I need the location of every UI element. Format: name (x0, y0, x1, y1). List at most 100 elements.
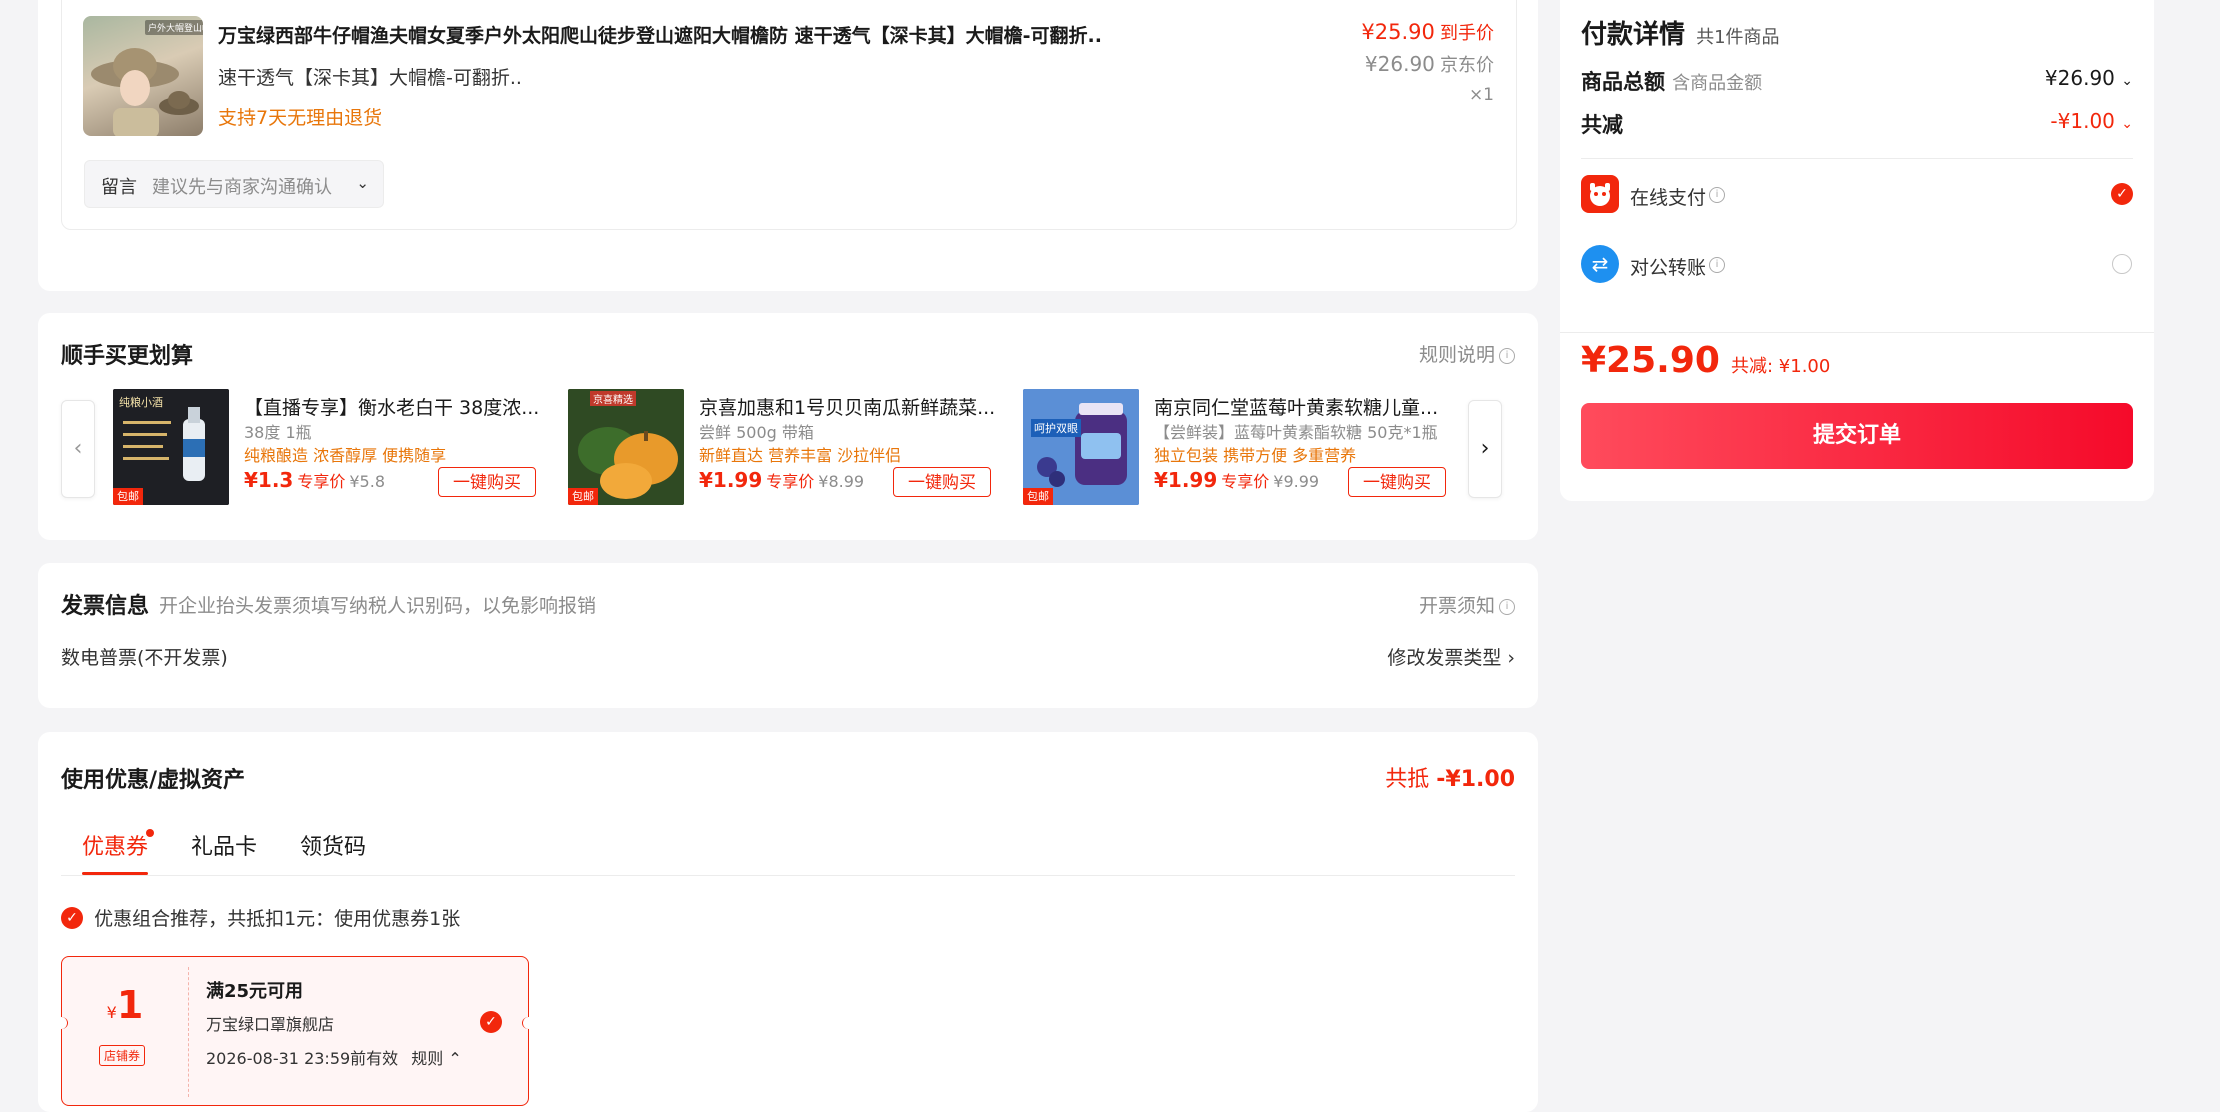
addon-item-spec: 38度 1瓶 (244, 423, 312, 442)
price-label: 专享价 (297, 472, 346, 491)
invoice-hint: 开企业抬头发票须填写纳税人识别码，以免影响报销 (159, 595, 597, 617)
coupon-section-title: 使用优惠/虚拟资产 (61, 768, 246, 793)
carousel-prev-button[interactable]: ‹ (61, 400, 95, 498)
coupon-type-badge: 店铺券 (99, 1045, 146, 1066)
carousel-next-button[interactable]: › (1468, 400, 1502, 498)
price-block: ¥25.90 到手价 (1361, 19, 1494, 45)
original-price: ¥8.99 (818, 472, 865, 491)
original-price: ¥9.99 (1273, 472, 1320, 491)
modify-invoice-link[interactable]: 修改发票类型 › (1387, 643, 1515, 670)
coupon-section: 使用优惠/虚拟资产 共抵 -¥1.00 优惠券 礼品卡 领货码 ✓ 优惠组合推荐… (38, 732, 1538, 1112)
price-value: ¥1.99 (1154, 468, 1218, 492)
product-thumbnail[interactable]: 户外大帽登山帽 (83, 16, 203, 136)
free-shipping-badge: 包邮 (113, 488, 143, 505)
free-shipping-badge: 包邮 (568, 488, 598, 505)
invoice-notice-link[interactable]: 开票须知 i (1419, 591, 1515, 618)
addon-item-tags: 独立包装 携带方便 多重营养 (1154, 446, 1357, 465)
recommend-text: 优惠组合推荐，共抵扣1元：使用优惠券1张 (94, 908, 461, 930)
payment-title: 付款详情 共1件商品 (1581, 14, 1780, 51)
goods-total-sub: 含商品金额 (1672, 73, 1763, 94)
addon-item-image-text: 呵护双眼 (1031, 419, 1081, 437)
note-placeholder: 建议先与商家沟通确认 (152, 177, 332, 198)
addon-item-title: 京喜加惠和1号贝贝南瓜新鲜蔬菜... (699, 397, 996, 419)
addon-section: 顺手买更划算 规则说明 i ‹ › 纯粮小酒 包邮 【直播专享】衡水老白干 38度… (38, 313, 1538, 540)
addon-item[interactable]: 京喜精选 包邮 京喜加惠和1号贝贝南瓜新鲜蔬菜... 尝鲜 500g 带箱 新鲜… (568, 389, 998, 507)
addon-item-spec: 【尝鲜装】蓝莓叶黄素酯软糖 50克*1瓶 (1154, 423, 1438, 442)
tabs-divider (61, 875, 1515, 876)
jd-pay-icon (1581, 175, 1619, 213)
buy-now-button[interactable]: 一键购买 (1348, 467, 1446, 497)
jd-price-label: 京东价 (1440, 55, 1494, 76)
original-price: ¥5.8 (349, 472, 385, 491)
note-label: 留言 (101, 177, 137, 198)
coupon-amount: ¥1 (62, 983, 188, 1027)
addon-item-title: 【直播专享】衡水老白干 38度浓... (244, 397, 540, 419)
addon-item-image: 京喜精选 包邮 (568, 389, 684, 505)
payment-method-online[interactable]: 在线支付 i ✓ (1581, 175, 2133, 215)
price-value: ¥1.99 (699, 468, 763, 492)
payment-title-text: 付款详情 (1581, 20, 1686, 50)
addon-item-title: 南京同仁堂蓝莓叶黄素软糖儿童... (1154, 397, 1439, 419)
tab-redeem-codes[interactable]: 领货码 (300, 829, 366, 861)
final-price-label: 到手价 (1440, 23, 1494, 44)
coupon-expiry: 2026-08-31 23:59前有效 (206, 1049, 399, 1068)
chevron-down-icon: ⌄ (2121, 116, 2133, 132)
tab-gift-cards[interactable]: 礼品卡 (191, 829, 257, 861)
buy-now-button[interactable]: 一键购买 (438, 467, 536, 497)
check-circle-icon: ✓ (61, 907, 83, 929)
coupon-notch-right (522, 1017, 535, 1029)
new-dot-badge (146, 829, 155, 837)
coupon-rules-link[interactable]: 规则 ⌃ (411, 1049, 462, 1068)
jd-price: ¥26.90 (1364, 52, 1435, 76)
addon-item-image: 呵护双眼 包邮 (1023, 389, 1139, 505)
coupon-total-label: 共抵 (1385, 767, 1430, 792)
discount-label: 共减 (1581, 113, 1623, 137)
goods-total-label: 商品总额 (1581, 70, 1665, 94)
chevron-up-icon: ⌃ (448, 1049, 462, 1068)
coupon-divider (188, 967, 189, 1097)
chevron-left-icon: ‹ (73, 436, 83, 461)
invoice-title: 发票信息 (61, 594, 150, 619)
product-title[interactable]: 万宝绿西部牛仔帽渔夫帽女夏季户外太阳爬山徒步登山遮阳大帽檐防 速干透气【深卡其】… (218, 21, 1368, 48)
rules-link[interactable]: 规则说明 i (1419, 340, 1515, 367)
submit-order-button[interactable]: 提交订单 (1581, 403, 2133, 469)
chevron-right-icon: › (1507, 647, 1515, 669)
note-field[interactable]: 留言 建议先与商家沟通确认 ⌄ (84, 160, 384, 208)
goods-total-row[interactable]: 商品总额 含商品金额 ¥26.90 ⌄ (1581, 66, 2133, 96)
coupon-selected-check-icon[interactable]: ✓ (480, 1011, 502, 1033)
quantity: ×1 (1468, 85, 1494, 105)
addon-title: 顺手买更划算 (61, 344, 194, 369)
coupon-currency: ¥ (106, 1003, 117, 1022)
rules-link-label: 规则说明 (1418, 344, 1495, 366)
tab-coupons[interactable]: 优惠券 (82, 829, 155, 861)
payment-method-transfer[interactable]: ⇄ 对公转账 i (1581, 245, 2133, 285)
final-total-discount: 共减: ¥1.00 (1731, 356, 1831, 377)
coupon-card[interactable]: ¥1 店铺券 满25元可用 万宝绿口罩旗舰店 2026-08-31 23:59前… (55, 956, 535, 1106)
addon-item-price: ¥1.99 专享价 ¥8.99 (699, 468, 864, 492)
total-divider (1560, 332, 2154, 333)
coupon-total-value: -¥1.00 (1436, 767, 1515, 792)
recommend-row[interactable]: ✓ 优惠组合推荐，共抵扣1元：使用优惠券1张 (61, 904, 460, 931)
product-section: 户外大帽登山帽 万宝绿西部牛仔帽渔夫帽女夏季户外太阳爬山徒步登山遮阳大帽檐防 速… (38, 0, 1538, 291)
chevron-right-icon: › (1480, 436, 1490, 461)
addon-item-image-text: 纯粮小酒 (119, 396, 163, 409)
final-price: ¥25.90 (1361, 20, 1435, 44)
mascot-glyph (1590, 183, 1610, 206)
invoice-current-type: 数电普票(不开发票) (61, 647, 228, 669)
coupon-condition: 满25元可用 (206, 981, 304, 1002)
payment-radio-empty[interactable] (2112, 254, 2132, 274)
discount-row[interactable]: 共减 -¥1.00 ⌄ (1581, 109, 2133, 139)
price-value: ¥1.3 (244, 468, 294, 492)
addon-item[interactable]: 纯粮小酒 包邮 【直播专享】衡水老白干 38度浓... 38度 1瓶 纯粮酿造 … (113, 389, 543, 507)
payment-selected-check-icon[interactable]: ✓ (2111, 183, 2133, 205)
goods-total-value-wrap: ¥26.90 ⌄ (2045, 66, 2133, 90)
buy-now-button[interactable]: 一键购买 (893, 467, 991, 497)
discount-value-wrap: -¥1.00 ⌄ (2050, 109, 2133, 133)
addon-item[interactable]: 呵护双眼 包邮 南京同仁堂蓝莓叶黄素软糖儿童... 【尝鲜装】蓝莓叶黄素酯软糖 … (1023, 389, 1453, 507)
chevron-down-icon: ⌄ (2121, 73, 2133, 89)
jd-price-block: ¥26.90 京东价 (1365, 51, 1494, 77)
transfer-icon: ⇄ (1581, 245, 1619, 283)
final-total: ¥25.90 共减: ¥1.00 (1581, 340, 1830, 381)
tab-coupons-label: 优惠券 (82, 835, 149, 860)
info-icon: i (1709, 187, 1725, 203)
